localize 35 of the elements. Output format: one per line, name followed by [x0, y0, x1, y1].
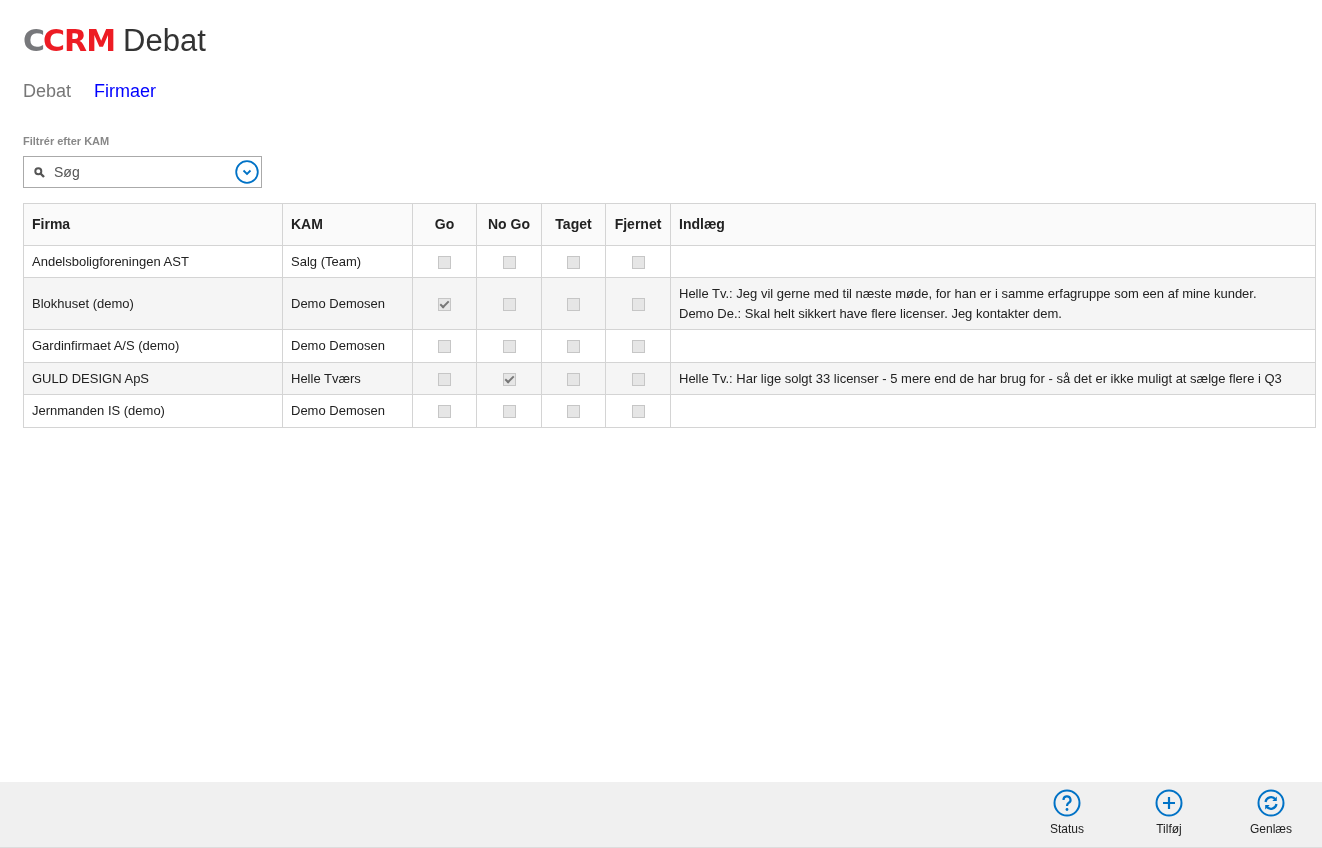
toolbar-button[interactable]: Genlæs: [1220, 782, 1322, 847]
table-cell: Demo Demosen: [282, 329, 413, 362]
column-header: KAM: [282, 203, 413, 245]
search-field[interactable]: Søg: [23, 155, 262, 188]
table-cell: GULD DESIGN ApS: [23, 362, 283, 395]
nav-tab[interactable]: Debat: [23, 78, 72, 105]
comment-text: Helle Tv.: Har lige solgt 33 licenser - 5 mere end de har brug for - så det er ikke muligt at sælge flere i Q3: [679, 369, 1283, 388]
column-header: Go: [412, 203, 477, 245]
toolbar-button[interactable]: Status: [1016, 782, 1118, 847]
table-cell: Demo Demosen: [282, 394, 413, 427]
dropdown-icon[interactable]: [235, 159, 259, 184]
help-icon: [1053, 789, 1081, 817]
column-header: Fjernet: [605, 203, 671, 245]
comment-text: Demo De.: Skal helt sikkert have flere licenser. Jeg kontakter dem.: [679, 304, 1063, 323]
table-cell: Gardinfirmaet A/S (demo): [23, 329, 283, 362]
table-cell: Demo Demosen: [282, 277, 413, 330]
table-cell: Salg (Team): [282, 245, 413, 278]
nav-tab[interactable]: Firmaer: [94, 78, 157, 105]
toolbar-button[interactable]: Tilføj: [1118, 782, 1220, 847]
comment-text: Helle Tv.: Jeg vil gerne med til næste møde, for han er i samme erfagruppe som een af mine kunder.: [679, 285, 1258, 303]
column-header: Firma: [23, 203, 283, 245]
logo-text: CRM: [43, 22, 115, 60]
table-cell: Andelsboligforeningen AST: [23, 245, 283, 278]
refresh-icon: [1257, 789, 1285, 817]
plus-icon: [1155, 789, 1183, 817]
column-header: No Go: [476, 203, 542, 245]
table-cell: Jernmanden IS (demo): [23, 394, 283, 427]
filter-label: Filtrér efter KAM: [23, 134, 111, 149]
table-cell: Helle Tværs: [282, 362, 413, 395]
search-icon: [34, 166, 45, 178]
table-cell: Blokhuset (demo): [23, 277, 283, 330]
column-header: Taget: [541, 203, 606, 245]
column-header: Indlæg: [670, 203, 1316, 245]
app-title: Debat: [123, 22, 206, 60]
logo-letter: C: [23, 22, 45, 60]
